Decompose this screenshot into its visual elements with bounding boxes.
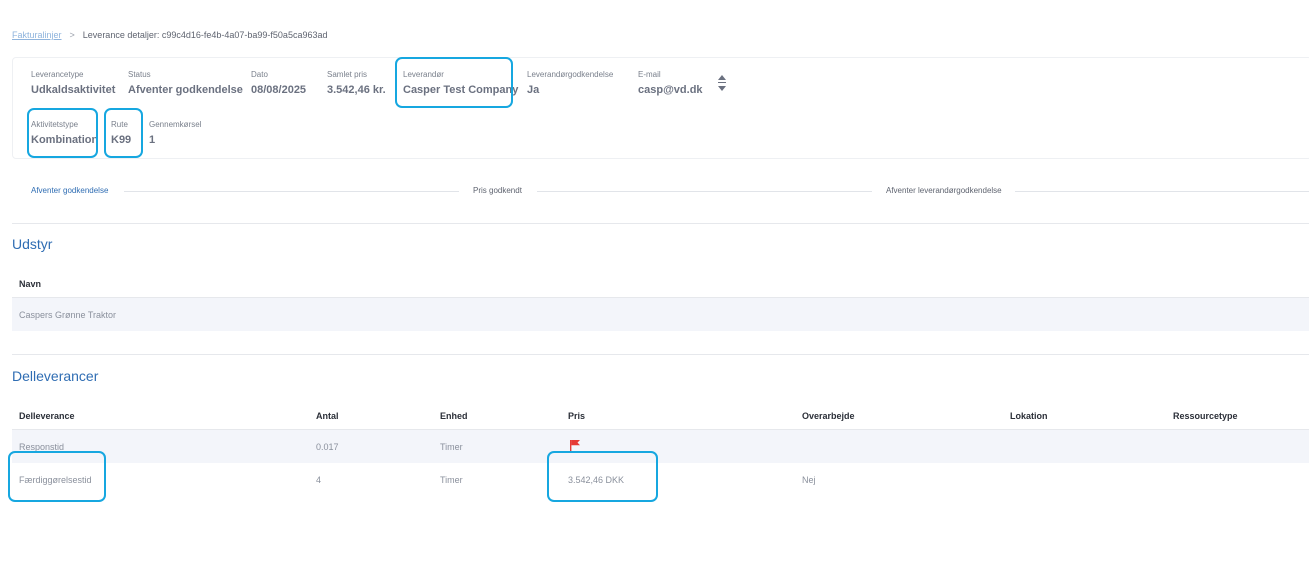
table-row[interactable]: Caspers Grønne Traktor <box>12 298 1309 331</box>
field-value: 08/08/2025 <box>251 84 307 96</box>
breadcrumb: Fakturalinjer > Leverance detaljer: c99c… <box>12 30 327 40</box>
highlight-pris <box>547 451 658 502</box>
highlight-faerdiggorelsestid <box>8 451 106 502</box>
section-divider <box>12 354 1309 355</box>
column-header-ressourcetype[interactable]: Ressourcetype <box>1173 411 1238 421</box>
field-label: E-mail <box>638 70 661 79</box>
sort-icon[interactable] <box>717 72 727 94</box>
column-header-navn[interactable]: Navn <box>19 279 41 289</box>
step-connector <box>537 191 872 192</box>
field-email: E-mail casp@vd.dk <box>638 70 703 96</box>
step-afventer-godkendelse: Afventer godkendelse <box>31 186 109 195</box>
cell-overarbejde: Nej <box>802 475 816 485</box>
breadcrumb-separator: > <box>69 30 75 40</box>
field-value: Ja <box>527 84 540 96</box>
section-title-delleverancer: Delleverancer <box>12 368 99 384</box>
field-leverandorgodkendelse: Leverandørgodkendelse Ja <box>527 70 613 96</box>
breadcrumb-current: Leverance detaljer: c99c4d16-fe4b-4a07-b… <box>82 30 328 40</box>
highlight-rute <box>104 108 143 158</box>
udstyr-table: Navn Caspers Grønne Traktor <box>12 268 1309 331</box>
column-header-antal[interactable]: Antal <box>316 411 339 421</box>
field-label: Status <box>128 70 151 79</box>
cell-antal: 4 <box>316 475 322 485</box>
status-stepper: Afventer godkendelse Pris godkendt Afven… <box>12 180 1309 202</box>
cell-enhed: Timer <box>440 442 463 452</box>
column-header-overarbejde[interactable]: Overarbejde <box>802 411 855 421</box>
field-value: 1 <box>149 134 156 146</box>
highlight-leverandor <box>395 57 513 108</box>
flag-icon <box>570 440 580 451</box>
field-value: Afventer godkendelse <box>128 84 243 96</box>
table-row[interactable]: Færdiggørelsestid 4 Timer 3.542,46 DKK N… <box>12 463 1309 496</box>
field-label: Samlet pris <box>327 70 368 79</box>
field-dato: Dato 08/08/2025 <box>251 70 306 96</box>
step-pris-godkendt: Pris godkendt <box>473 186 522 195</box>
field-value: 3.542,46 kr. <box>327 84 386 96</box>
section-divider <box>12 223 1309 224</box>
step-afventer-leverandorgodkendelse: Afventer leverandørgodkendelse <box>886 186 1002 195</box>
delleverancer-table: Delleverance Antal Enhed Pris Overarbejd… <box>12 400 1309 496</box>
cell-enhed: Timer <box>440 475 463 485</box>
field-status: Status Afventer godkendelse <box>128 70 243 96</box>
field-value: Udkaldsaktivitet <box>31 84 116 96</box>
table-header: Delleverance Antal Enhed Pris Overarbejd… <box>12 400 1309 430</box>
field-leverancetype: Leverancetype Udkaldsaktivitet <box>31 70 115 96</box>
field-label: Leverancetype <box>31 70 84 79</box>
field-label: Leverandørgodkendelse <box>527 70 614 79</box>
field-value: casp@vd.dk <box>638 84 703 96</box>
field-gennemkorsel: Gennemkørsel 1 <box>149 120 201 146</box>
column-header-pris[interactable]: Pris <box>568 411 585 421</box>
section-title-udstyr: Udstyr <box>12 236 53 252</box>
field-label: Gennemkørsel <box>149 120 202 129</box>
breadcrumb-link-fakturalinjer[interactable]: Fakturalinjer <box>12 30 62 40</box>
highlight-aktivitetstype <box>27 108 98 158</box>
cell-navn: Caspers Grønne Traktor <box>19 310 117 320</box>
table-row[interactable]: Responstid 0.017 Timer <box>12 430 1309 463</box>
field-label: Dato <box>251 70 268 79</box>
table-header: Navn <box>12 268 1309 298</box>
step-connector <box>1015 191 1309 192</box>
step-connector <box>124 191 459 192</box>
field-samlet-pris: Samlet pris 3.542,46 kr. <box>327 70 386 96</box>
cell-antal: 0.017 <box>316 442 339 452</box>
column-header-lokation[interactable]: Lokation <box>1010 411 1048 421</box>
column-header-enhed[interactable]: Enhed <box>440 411 468 421</box>
column-header-delleverance[interactable]: Delleverance <box>19 411 75 421</box>
